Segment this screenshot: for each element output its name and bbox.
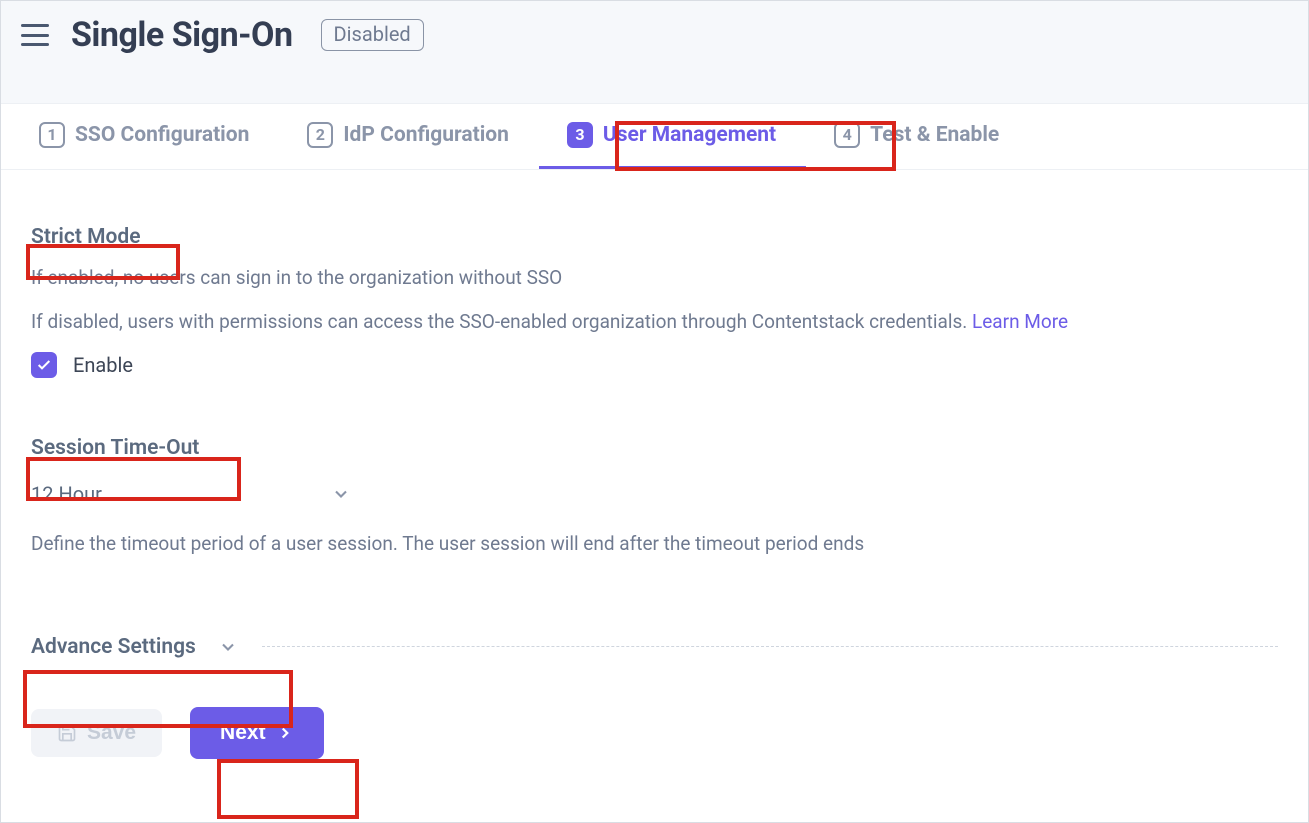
chevron-down-icon	[218, 637, 238, 657]
tab-idp-configuration[interactable]: 2 IdP Configuration	[279, 104, 539, 169]
session-timeout-value: 12 Hour	[31, 482, 102, 506]
session-timeout-select[interactable]: 12 Hour	[31, 468, 361, 520]
tab-test-enable[interactable]: 4 Test & Enable	[806, 104, 1029, 169]
strict-mode-desc-enabled: If enabled, no users can sign in to the …	[31, 263, 1278, 293]
tab-number: 3	[567, 122, 593, 148]
enable-label: Enable	[73, 353, 133, 377]
learn-more-link[interactable]: Learn More	[972, 310, 1068, 333]
enable-checkbox[interactable]	[31, 352, 57, 378]
tab-user-management[interactable]: 3 User Management	[539, 104, 806, 169]
tab-number: 4	[834, 122, 860, 148]
tab-label: Test & Enable	[870, 123, 999, 147]
next-button[interactable]: Next	[190, 707, 324, 759]
divider	[262, 646, 1278, 647]
tab-label: User Management	[603, 123, 776, 147]
check-icon	[36, 357, 52, 373]
session-timeout-help: Define the timeout period of a user sess…	[31, 532, 1278, 555]
strict-mode-desc-disabled: If disabled, users with permissions can …	[31, 307, 1278, 337]
page-title: Single Sign-On	[71, 15, 293, 55]
save-button[interactable]: Save	[31, 709, 162, 757]
tab-label: IdP Configuration	[343, 123, 509, 147]
advance-settings-label: Advance Settings	[31, 635, 196, 659]
strict-mode-heading: Strict Mode	[31, 225, 141, 249]
advance-settings-toggle[interactable]: Advance Settings	[31, 635, 256, 659]
chevron-down-icon	[331, 484, 351, 504]
tab-number: 2	[307, 122, 333, 148]
chevron-right-icon	[276, 724, 294, 742]
tab-sso-configuration[interactable]: 1 SSO Configuration	[11, 104, 279, 169]
save-icon	[57, 723, 77, 743]
tab-number: 1	[39, 122, 65, 148]
tabs: 1 SSO Configuration 2 IdP Configuration …	[1, 104, 1308, 170]
tab-label: SSO Configuration	[75, 123, 249, 147]
status-badge: Disabled	[321, 19, 424, 51]
session-timeout-heading: Session Time-Out	[31, 436, 199, 460]
menu-icon[interactable]	[21, 24, 49, 46]
